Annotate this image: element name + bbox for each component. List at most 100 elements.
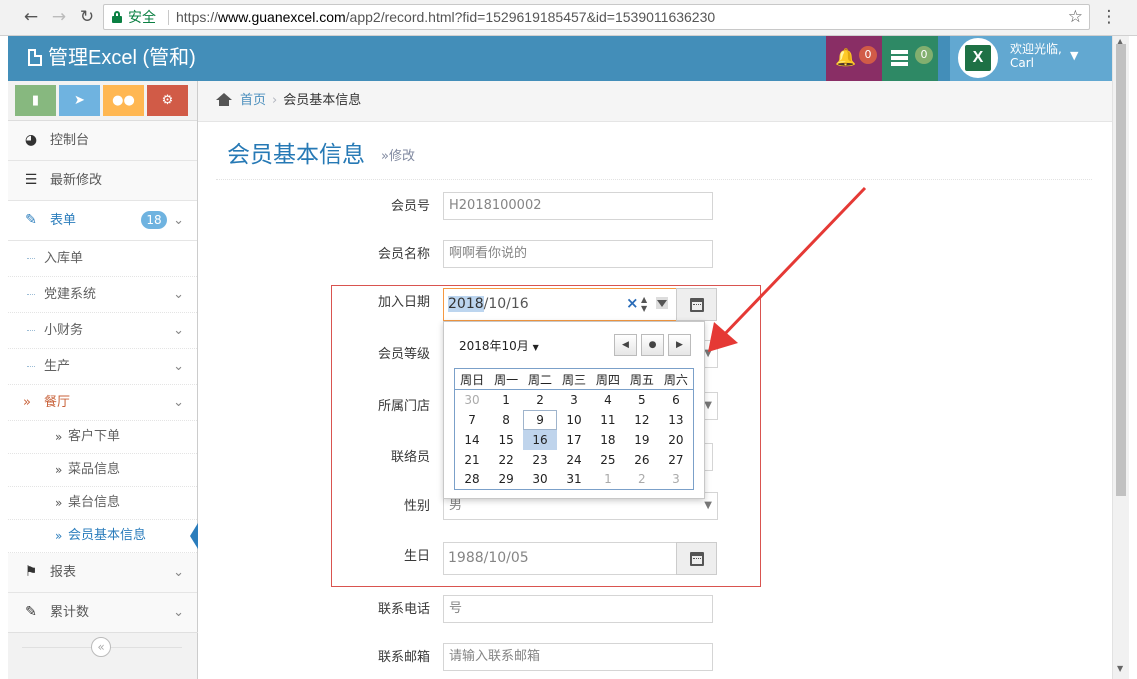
calendar-day[interactable]: 7: [455, 410, 490, 430]
calendar-day[interactable]: 8: [489, 410, 523, 430]
breadcrumb-home-link[interactable]: 首页: [240, 93, 266, 108]
sidebar-item-party-system[interactable]: 党建系统 ⌄: [8, 277, 197, 313]
calendar-day[interactable]: 24: [557, 450, 591, 470]
calendar-day[interactable]: 19: [625, 430, 659, 450]
dropdown-arrow-icon[interactable]: [656, 297, 668, 309]
calendar-day[interactable]: 4: [591, 390, 625, 410]
user-menu[interactable]: X 欢迎光临, Carl ▼: [950, 36, 1112, 81]
calendar-day[interactable]: 10: [557, 410, 591, 430]
phone-input[interactable]: 号: [443, 595, 713, 623]
double-chevron-right-icon: »: [55, 529, 63, 543]
weekday-header: 周二: [523, 368, 558, 390]
caret-down-icon: ▼: [532, 343, 539, 352]
scroll-down-icon[interactable]: ▼: [1117, 664, 1123, 673]
notifications-button[interactable]: 🔔 0: [826, 36, 882, 81]
calendar-day[interactable]: 5: [625, 390, 659, 410]
sidebar-item-stock-in[interactable]: 入库单: [8, 241, 197, 277]
signal-shortcut-button[interactable]: ▮: [15, 85, 56, 116]
birthday-input[interactable]: 1988/10/05: [443, 542, 677, 575]
calendar-day[interactable]: 21: [455, 450, 490, 470]
calendar-day[interactable]: 6: [659, 390, 694, 410]
month-year-selector[interactable]: 2018年10月 ▼: [459, 337, 539, 354]
sidebar-item-cumulative[interactable]: ✎ 累计数 ⌄: [8, 593, 197, 633]
calendar-day[interactable]: 30: [523, 470, 557, 490]
calendar-day-other-month[interactable]: 3: [659, 470, 694, 490]
calendar-day[interactable]: 12: [625, 410, 659, 430]
breadcrumb-current: 会员基本信息: [283, 93, 362, 108]
calendar-day[interactable]: 3: [557, 390, 591, 410]
member-no-input[interactable]: H2018100002: [443, 192, 713, 220]
weekday-header: 周日: [454, 368, 490, 390]
bookmark-star-icon[interactable]: ☆: [1068, 5, 1083, 29]
users-shortcut-button[interactable]: ●●: [103, 85, 144, 116]
back-icon[interactable]: ←: [20, 7, 42, 27]
calendar-day[interactable]: 2: [523, 390, 557, 410]
url-text[interactable]: https://www.guanexcel.com/app2/record.ht…: [176, 5, 715, 29]
megaphone-shortcut-button[interactable]: ➤: [59, 85, 100, 116]
join-date-calendar-button[interactable]: [676, 288, 717, 321]
prev-month-button[interactable]: ◀: [614, 334, 637, 356]
browser-menu-icon[interactable]: ⋮: [1100, 7, 1118, 27]
contact-label: 联络员: [390, 450, 430, 465]
sidebar-item-forms[interactable]: ✎ 表单 18 ⌄: [8, 201, 197, 241]
tasks-button[interactable]: 0: [882, 36, 938, 81]
email-input[interactable]: 请输入联系邮箱: [443, 643, 713, 671]
join-date-group: 2018/10/16 × ▲ ▼: [443, 288, 718, 321]
calendar-day[interactable]: 16: [523, 429, 558, 450]
calendar-day[interactable]: 18: [591, 430, 625, 450]
calendar-day[interactable]: 31: [557, 470, 591, 490]
sidebar-item-production[interactable]: 生产 ⌄: [8, 349, 197, 385]
sidebar-item-dish-info[interactable]: » 菜品信息: [8, 454, 197, 487]
calendar-day[interactable]: 29: [489, 470, 523, 490]
calendar-day[interactable]: 25: [591, 450, 625, 470]
spinner-icon[interactable]: ▲ ▼: [641, 295, 647, 313]
calendar-day-other-month[interactable]: 1: [591, 470, 625, 490]
scrollbar-thumb[interactable]: [1116, 44, 1126, 496]
brand[interactable]: 管理Excel (管和): [28, 36, 196, 81]
sidebar-item-member-info[interactable]: » 会员基本信息: [8, 520, 198, 553]
sidebar-item-dashboard[interactable]: ◕ 控制台: [8, 121, 197, 161]
calendar-day[interactable]: 28: [455, 470, 490, 490]
calendar-day[interactable]: 1: [489, 390, 523, 410]
sidebar-item-reports[interactable]: ⚑ 报表 ⌄: [8, 553, 197, 593]
calendar-day[interactable]: 20: [659, 430, 694, 450]
weekday-header: 周四: [590, 368, 625, 390]
calendar-day[interactable]: 17: [557, 430, 591, 450]
calendar-day[interactable]: 15: [489, 430, 523, 450]
clear-icon[interactable]: ×: [626, 294, 639, 312]
next-month-button[interactable]: ▶: [668, 334, 691, 356]
calendar-day[interactable]: 26: [625, 450, 659, 470]
excel-logo-icon: X: [965, 45, 991, 71]
today-button[interactable]: ●: [641, 334, 664, 356]
collapse-sidebar-button[interactable]: «: [91, 637, 111, 657]
birthday-calendar-button[interactable]: [676, 542, 717, 575]
calendar-day[interactable]: 14: [455, 430, 490, 450]
member-no-label: 会员号: [390, 199, 430, 214]
sidebar-item-recent-changes[interactable]: ☰ 最新修改: [8, 161, 197, 201]
sidebar-item-small-finance[interactable]: 小财务 ⌄: [8, 313, 197, 349]
sidebar-item-restaurant[interactable]: » 餐厅 ⌄: [8, 385, 197, 421]
forward-icon[interactable]: →: [48, 7, 70, 27]
calendar-day[interactable]: 13: [659, 410, 694, 430]
page-subtitle: »修改: [381, 149, 415, 164]
home-icon: [216, 93, 232, 106]
weekday-header: 周一: [489, 368, 524, 390]
calendar-day[interactable]: 11: [591, 410, 625, 430]
sidebar-item-table-info[interactable]: » 桌台信息: [8, 487, 197, 520]
calendar-day[interactable]: 27: [659, 450, 694, 470]
calendar-day[interactable]: 23: [523, 450, 557, 470]
reload-icon[interactable]: ↻: [76, 7, 98, 27]
cogs-shortcut-button[interactable]: ⚙: [147, 85, 188, 116]
address-bar[interactable]: 安全 https://www.guanexcel.com/app2/record…: [103, 4, 1090, 30]
member-name-input[interactable]: 啊啊看你说的: [443, 240, 713, 268]
calendar-day[interactable]: 22: [489, 450, 523, 470]
calendar-day[interactable]: 9: [523, 409, 558, 430]
cogs-icon: ⚙: [161, 93, 174, 108]
server-icon: [891, 50, 908, 68]
select-arrow-icon: ▼: [704, 348, 712, 359]
sidebar-shortcuts: ▮ ➤ ●● ⚙: [8, 81, 197, 121]
sidebar-item-customer-order[interactable]: » 客户下单: [8, 421, 197, 454]
calendar-day-other-month[interactable]: 2: [625, 470, 659, 490]
page-scrollbar[interactable]: ▲ ▼: [1112, 36, 1129, 679]
calendar-day-other-month[interactable]: 30: [455, 390, 490, 410]
